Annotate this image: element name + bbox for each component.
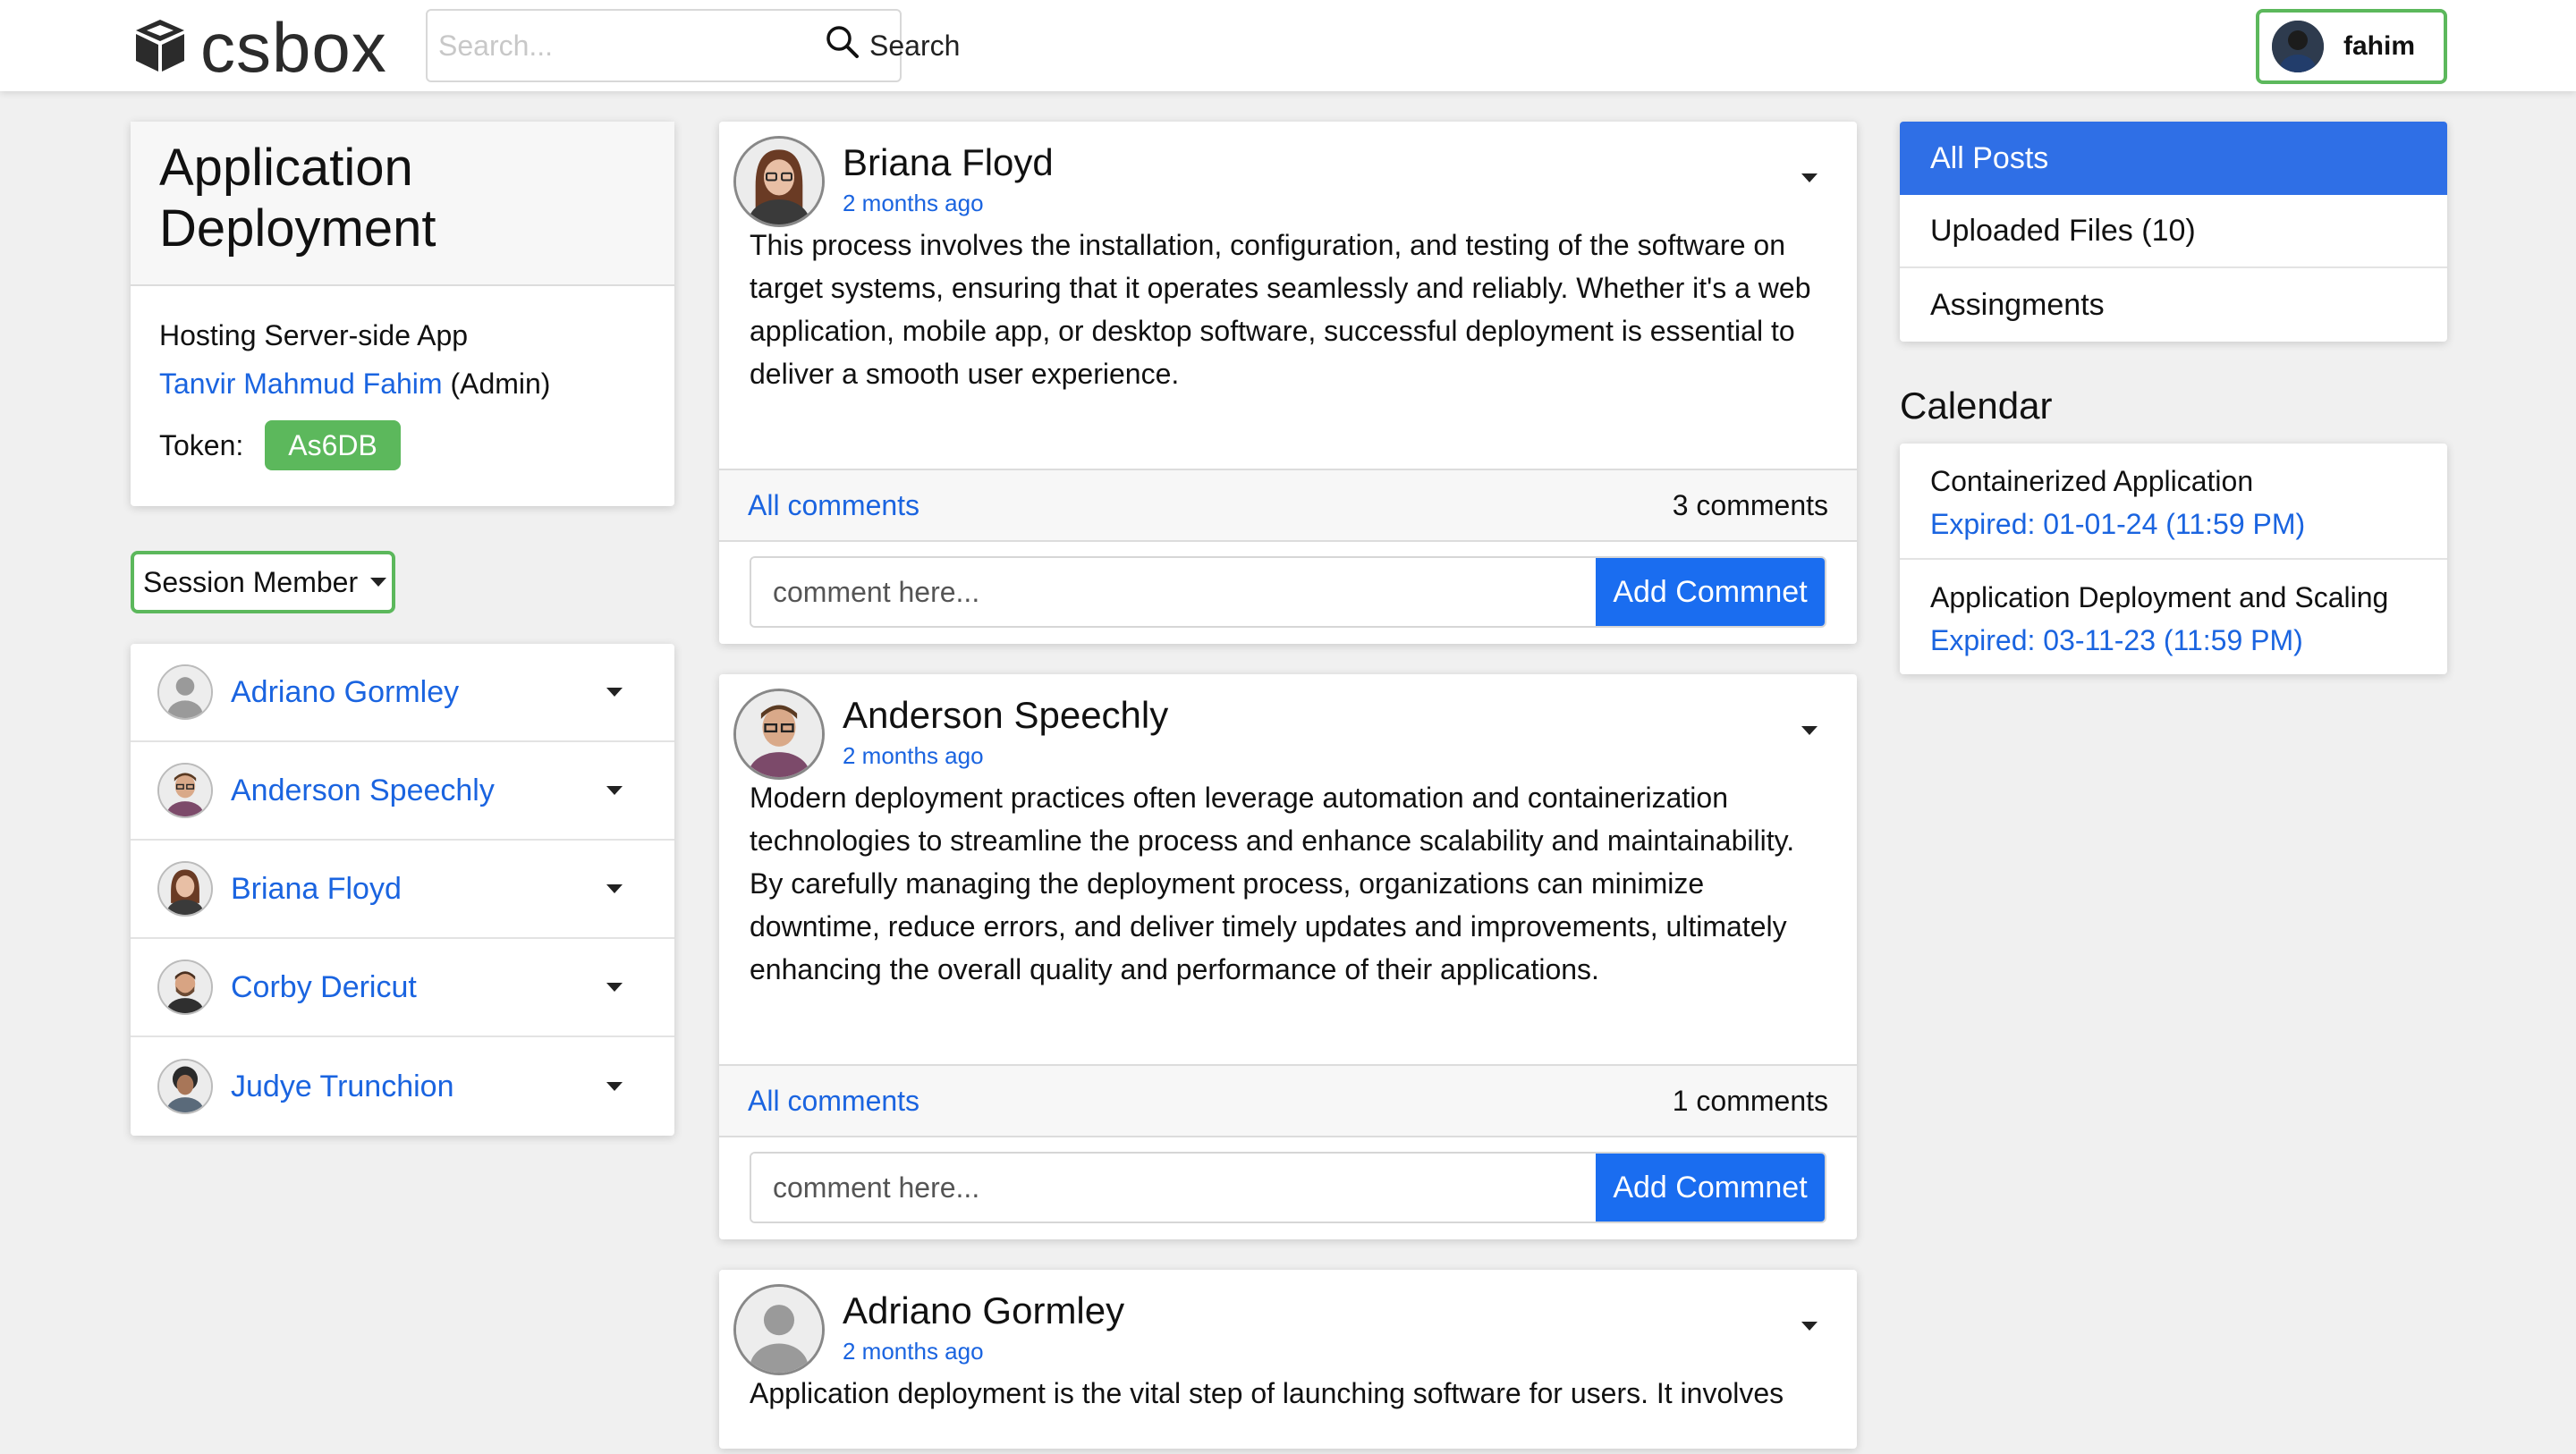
member-row[interactable]: Corby Dericut (131, 939, 674, 1037)
search-input[interactable] (428, 11, 825, 80)
search-button-label: Search (869, 29, 961, 62)
calendar-item[interactable]: Containerized Application Expired: 01-01… (1900, 444, 2447, 560)
member-list: Adriano Gormley Anderson Speechly Briana… (131, 644, 674, 1136)
member-name[interactable]: Judye Trunchion (231, 1069, 606, 1104)
avatar (157, 861, 213, 917)
calendar-item[interactable]: Application Deployment and Scaling Expir… (1900, 560, 2447, 676)
post-footer: All comments 1 comments (719, 1064, 1857, 1137)
chevron-down-icon[interactable] (606, 688, 623, 697)
post-card: Briana Floyd 2 months ago This process i… (719, 122, 1857, 644)
author-avatar (733, 689, 825, 780)
member-row[interactable]: Anderson Speechly (131, 742, 674, 841)
post-card: Anderson Speechly 2 months ago Modern de… (719, 674, 1857, 1239)
owner-role: (Admin) (450, 368, 551, 400)
post-author[interactable]: Adriano Gormley (843, 1289, 1124, 1332)
session-subtitle: Hosting Server-side App (159, 319, 469, 351)
box-logo-icon (129, 14, 191, 81)
post-header: Briana Floyd 2 months ago (719, 122, 1857, 292)
placeholder-avatar-icon (733, 1284, 825, 1375)
post-timestamp: 2 months ago (843, 742, 984, 769)
session-title: Application Deployment (131, 122, 674, 286)
session-info-card: Application Deployment Hosting Server-si… (131, 122, 674, 506)
comment-form: Add Commnet (750, 1152, 1826, 1223)
avatar (157, 1059, 213, 1114)
calendar-item-name: Containerized Application (1930, 465, 2254, 497)
post-author[interactable]: Anderson Speechly (843, 694, 1168, 737)
author-avatar (733, 136, 825, 227)
session-member-label: Session Member (143, 565, 359, 598)
calendar-item-expiry: Expired: 01-01-24 (11:59 PM) (1930, 508, 2306, 540)
logo[interactable]: csbox (129, 13, 387, 82)
chevron-down-icon[interactable] (606, 786, 623, 795)
calendar-list: Containerized Application Expired: 01-01… (1900, 444, 2447, 674)
token-label: Token: (159, 429, 244, 461)
session-owner: Tanvir Mahmud Fahim (Admin) (159, 359, 646, 408)
post-header: Adriano Gormley 2 months ago (719, 1270, 1857, 1440)
comment-input[interactable] (751, 1154, 1596, 1222)
search-button[interactable]: Search (825, 24, 972, 67)
chevron-down-icon (370, 578, 387, 587)
member-name[interactable]: Corby Dericut (231, 970, 606, 1005)
member-name[interactable]: Briana Floyd (231, 872, 606, 907)
token-badge[interactable]: As6DB (265, 420, 401, 470)
add-comment-button[interactable]: Add Commnet (1596, 1154, 1825, 1222)
chevron-down-icon[interactable] (606, 983, 623, 992)
post-filter-tabs: All Posts Uploaded Files (10) Assingment… (1900, 122, 2447, 342)
tab-uploaded-files[interactable]: Uploaded Files (10) (1900, 195, 2447, 268)
post-header: Anderson Speechly 2 months ago (719, 674, 1857, 844)
chevron-down-icon[interactable] (606, 884, 623, 893)
post-options-chevron-icon[interactable] (1801, 1322, 1818, 1331)
session-member-dropdown[interactable]: Session Member (131, 551, 395, 613)
chevron-down-icon[interactable] (606, 1082, 623, 1091)
all-comments-link[interactable]: All comments (748, 1085, 919, 1118)
token-row: Token: As6DB (159, 420, 646, 470)
comment-count: 1 comments (1672, 1084, 1828, 1117)
post-author[interactable]: Briana Floyd (843, 141, 1054, 184)
add-comment-button[interactable]: Add Commnet (1596, 558, 1825, 626)
comment-form: Add Commnet (750, 556, 1826, 628)
member-row[interactable]: Briana Floyd (131, 841, 674, 939)
user-menu-button[interactable]: fahim (2256, 9, 2447, 84)
avatar (157, 763, 213, 818)
search-box: Search (426, 9, 960, 82)
owner-link[interactable]: Tanvir Mahmud Fahim (159, 368, 443, 400)
post-footer: All comments 3 comments (719, 469, 1857, 542)
member-name[interactable]: Anderson Speechly (231, 773, 606, 808)
placeholder-avatar-icon (157, 664, 213, 720)
post-card: Adriano Gormley 2 months ago Application… (719, 1270, 1857, 1449)
post-timestamp: 2 months ago (843, 1338, 984, 1365)
calendar-item-expiry: Expired: 03-11-23 (11:59 PM) (1930, 624, 2303, 656)
tab-all-posts[interactable]: All Posts (1900, 122, 2447, 195)
tab-assignments[interactable]: Assingments (1900, 268, 2447, 342)
member-row[interactable]: Judye Trunchion (131, 1037, 674, 1136)
comment-input[interactable] (751, 558, 1596, 626)
user-avatar (2272, 21, 2324, 72)
search-icon (825, 24, 860, 67)
post-options-chevron-icon[interactable] (1801, 173, 1818, 182)
top-navbar: csbox Search fahim (0, 0, 2576, 91)
member-row[interactable]: Adriano Gormley (131, 644, 674, 742)
avatar (157, 959, 213, 1015)
member-name[interactable]: Adriano Gormley (231, 675, 606, 710)
calendar-item-name: Application Deployment and Scaling (1930, 581, 2389, 613)
comment-count: 3 comments (1672, 488, 1828, 521)
logo-text: csbox (200, 8, 387, 87)
post-timestamp: 2 months ago (843, 190, 984, 216)
all-comments-link[interactable]: All comments (748, 489, 919, 522)
calendar-title: Calendar (1900, 385, 2053, 427)
post-options-chevron-icon[interactable] (1801, 726, 1818, 735)
username: fahim (2343, 31, 2416, 61)
